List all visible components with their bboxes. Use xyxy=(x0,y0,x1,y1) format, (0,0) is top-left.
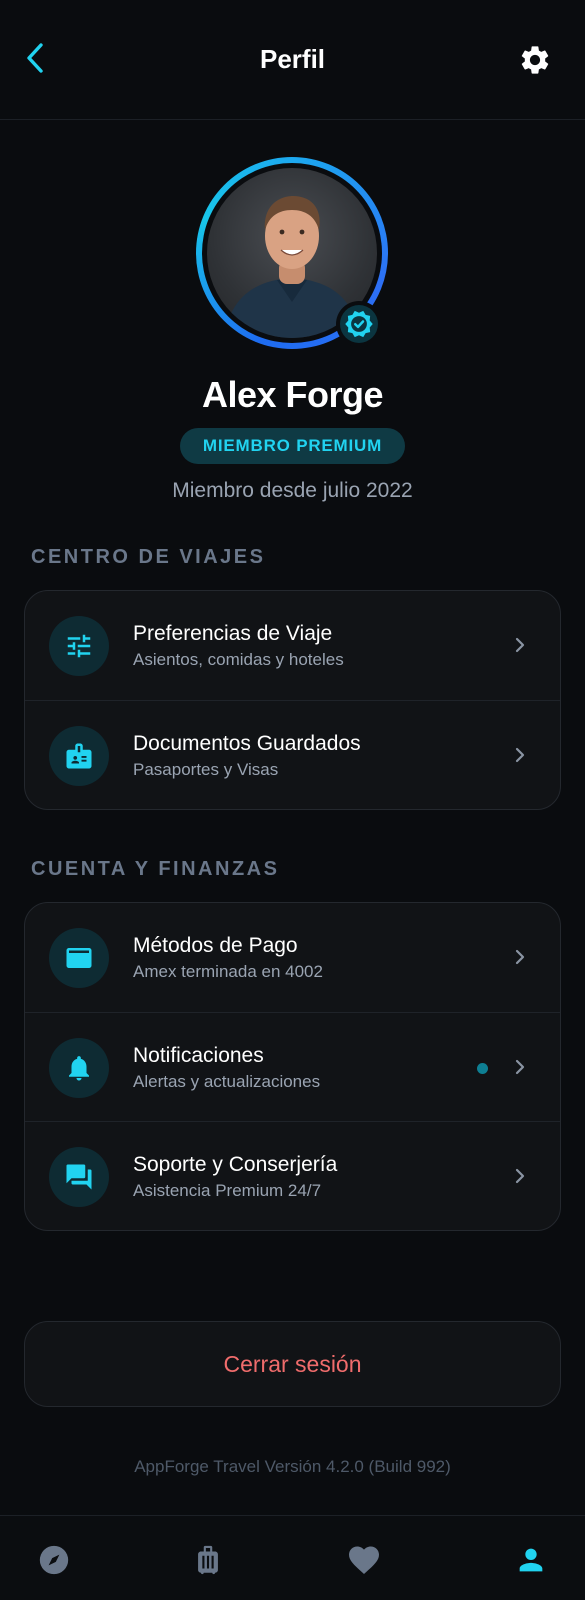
bottom-navigation xyxy=(0,1515,585,1600)
account-card: Métodos de Pago Amex terminada en 4002 N… xyxy=(24,902,561,1231)
user-icon xyxy=(519,1548,543,1572)
gear-icon xyxy=(521,46,549,74)
luggage-icon xyxy=(198,1545,218,1575)
nav-profile[interactable] xyxy=(511,1540,551,1580)
heart-icon xyxy=(349,1546,379,1575)
top-bar: Perfil xyxy=(0,0,585,120)
section-title-account: CUENTA Y FINANZAS xyxy=(31,858,280,880)
verified-badge xyxy=(336,301,382,347)
app-version-text: AppForge Travel Versión 4.2.0 (Build 992… xyxy=(134,1457,451,1476)
row-icon-wrap xyxy=(49,928,109,988)
membership-badge: MIEMBRO PREMIUM xyxy=(180,428,405,464)
row-subtitle: Amex terminada en 4002 xyxy=(133,962,323,981)
row-icon-wrap xyxy=(49,616,109,676)
id-badge-icon xyxy=(66,743,92,769)
payment-methods-item[interactable]: Métodos de Pago Amex terminada en 4002 xyxy=(25,903,560,1012)
notifications-item[interactable]: Notificaciones Alertas y actualizaciones xyxy=(25,1012,560,1121)
row-title: Documentos Guardados xyxy=(133,732,361,755)
settings-button[interactable] xyxy=(515,40,555,80)
chevron-right-icon xyxy=(510,947,530,967)
row-title: Notificaciones xyxy=(133,1044,264,1067)
member-since-text: Miembro desde julio 2022 xyxy=(172,479,413,502)
nav-trips[interactable] xyxy=(188,1540,228,1580)
row-subtitle: Pasaportes y Visas xyxy=(133,760,279,779)
credit-card-icon xyxy=(66,948,92,968)
row-subtitle: Asistencia Premium 24/7 xyxy=(133,1181,322,1200)
chevron-right-icon xyxy=(510,1057,530,1077)
section-title-travel-center: CENTRO DE VIAJES xyxy=(31,546,266,568)
unread-dot xyxy=(477,1063,488,1074)
chevron-right-icon xyxy=(510,1166,530,1186)
logout-button[interactable]: Cerrar sesión xyxy=(24,1321,561,1407)
avatar[interactable] xyxy=(196,157,388,349)
row-title: Métodos de Pago xyxy=(133,934,298,957)
bell-icon xyxy=(69,1056,89,1081)
chat-bubbles-icon xyxy=(66,1164,92,1190)
row-subtitle: Asientos, comidas y hoteles xyxy=(133,650,344,669)
support-concierge-item[interactable]: Soporte y Conserjería Asistencia Premium… xyxy=(25,1121,560,1230)
row-icon-wrap xyxy=(49,1038,109,1098)
nav-favorites[interactable] xyxy=(344,1540,384,1580)
chevron-right-icon xyxy=(510,745,530,765)
saved-documents-item[interactable]: Documentos Guardados Pasaportes y Visas xyxy=(25,700,560,809)
profile-screen: Perfil Alex Forge MIEMBRO PREMIUM Miembr… xyxy=(0,0,585,1600)
row-icon-wrap xyxy=(49,726,109,786)
row-title: Preferencias de Viaje xyxy=(133,622,333,645)
nav-explore[interactable] xyxy=(34,1540,74,1580)
travel-preferences-item[interactable]: Preferencias de Viaje Asientos, comidas … xyxy=(25,591,560,700)
chevron-right-icon xyxy=(510,635,530,655)
sliders-icon xyxy=(67,634,91,658)
travel-center-card: Preferencias de Viaje Asientos, comidas … xyxy=(24,590,561,810)
compass-icon xyxy=(39,1545,69,1575)
row-subtitle: Alertas y actualizaciones xyxy=(133,1072,321,1091)
verified-badge-icon xyxy=(345,310,373,338)
row-title: Soporte y Conserjería xyxy=(133,1153,338,1176)
page-title: Perfil xyxy=(259,44,326,74)
row-icon-wrap xyxy=(49,1147,109,1207)
profile-name: Alex Forge xyxy=(201,374,384,415)
